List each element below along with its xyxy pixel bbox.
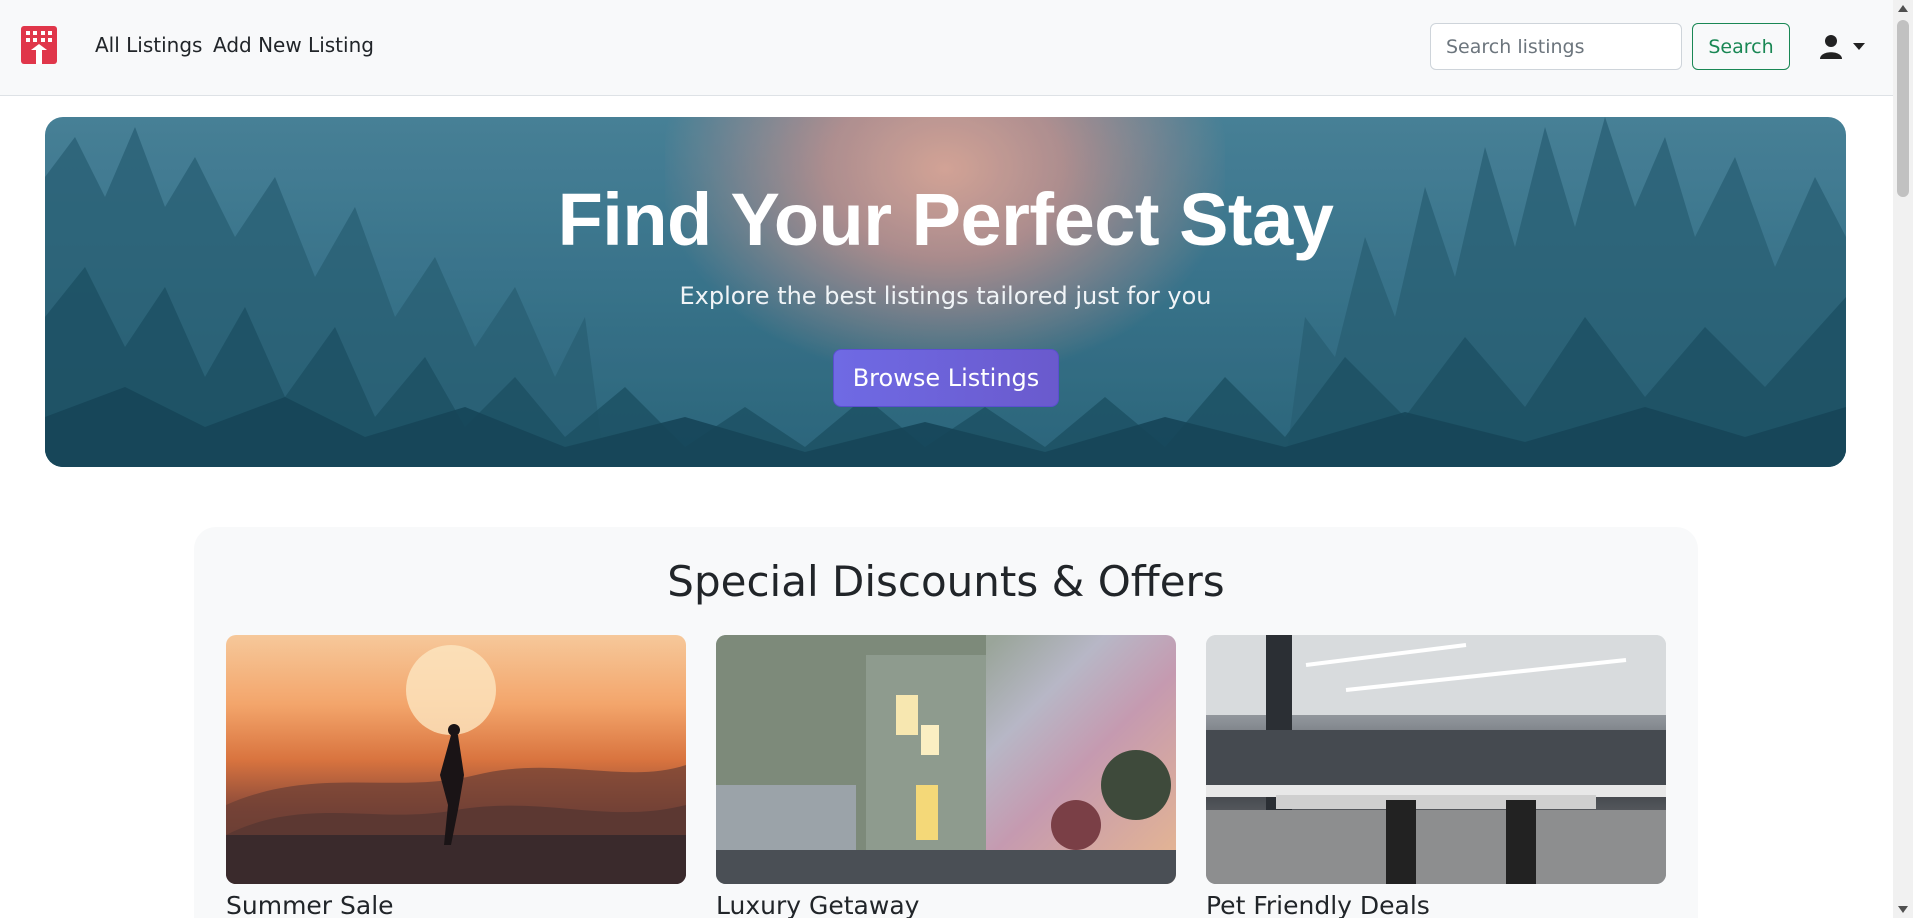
hiker-silhouette-image — [226, 645, 686, 884]
browse-listings-button[interactable]: Browse Listings — [833, 349, 1059, 407]
nav-add-new-listing[interactable]: Add New Listing — [213, 33, 374, 57]
hero-title: Find Your Perfect Stay — [557, 178, 1334, 261]
scrollbar-thumb[interactable] — [1897, 20, 1909, 197]
hero-subtitle: Explore the best listings tailored just … — [679, 282, 1212, 310]
hero-banner: Find Your Perfect Stay Explore the best … — [45, 117, 1846, 467]
special-offers-section: Special Discounts & Offers Summer Sale L… — [194, 527, 1698, 918]
user-menu-dropdown[interactable] — [1820, 33, 1870, 61]
offers-title: Special Discounts & Offers — [667, 557, 1225, 606]
offer-label: Pet Friendly Deals — [1206, 891, 1430, 918]
scroll-up-arrow-icon[interactable] — [1898, 5, 1908, 12]
offer-card-luxury-getaway[interactable]: Luxury Getaway — [716, 635, 1176, 918]
offer-label: Summer Sale — [226, 891, 394, 918]
page-scrollbar[interactable] — [1893, 0, 1913, 918]
user-icon — [1820, 35, 1842, 59]
scroll-down-arrow-icon[interactable] — [1898, 906, 1908, 913]
office-workspace-image — [1206, 635, 1666, 884]
offer-label: Luxury Getaway — [716, 891, 920, 918]
pet-friendly-deals-image — [1206, 635, 1666, 884]
luxury-getaway-image — [716, 635, 1176, 884]
hotel-building-icon[interactable] — [20, 26, 58, 64]
offer-card-summer-sale[interactable]: Summer Sale — [226, 635, 686, 918]
caret-down-icon — [1853, 43, 1865, 50]
offer-card-pet-friendly-deals[interactable]: Pet Friendly Deals — [1206, 635, 1666, 918]
top-navbar: All Listings Add New Listing Search — [0, 0, 1893, 96]
summer-sale-image — [226, 635, 686, 884]
search-button[interactable]: Search — [1692, 23, 1790, 70]
search-input[interactable] — [1430, 23, 1682, 70]
modern-house-image — [716, 635, 1176, 884]
nav-all-listings[interactable]: All Listings — [95, 33, 202, 57]
